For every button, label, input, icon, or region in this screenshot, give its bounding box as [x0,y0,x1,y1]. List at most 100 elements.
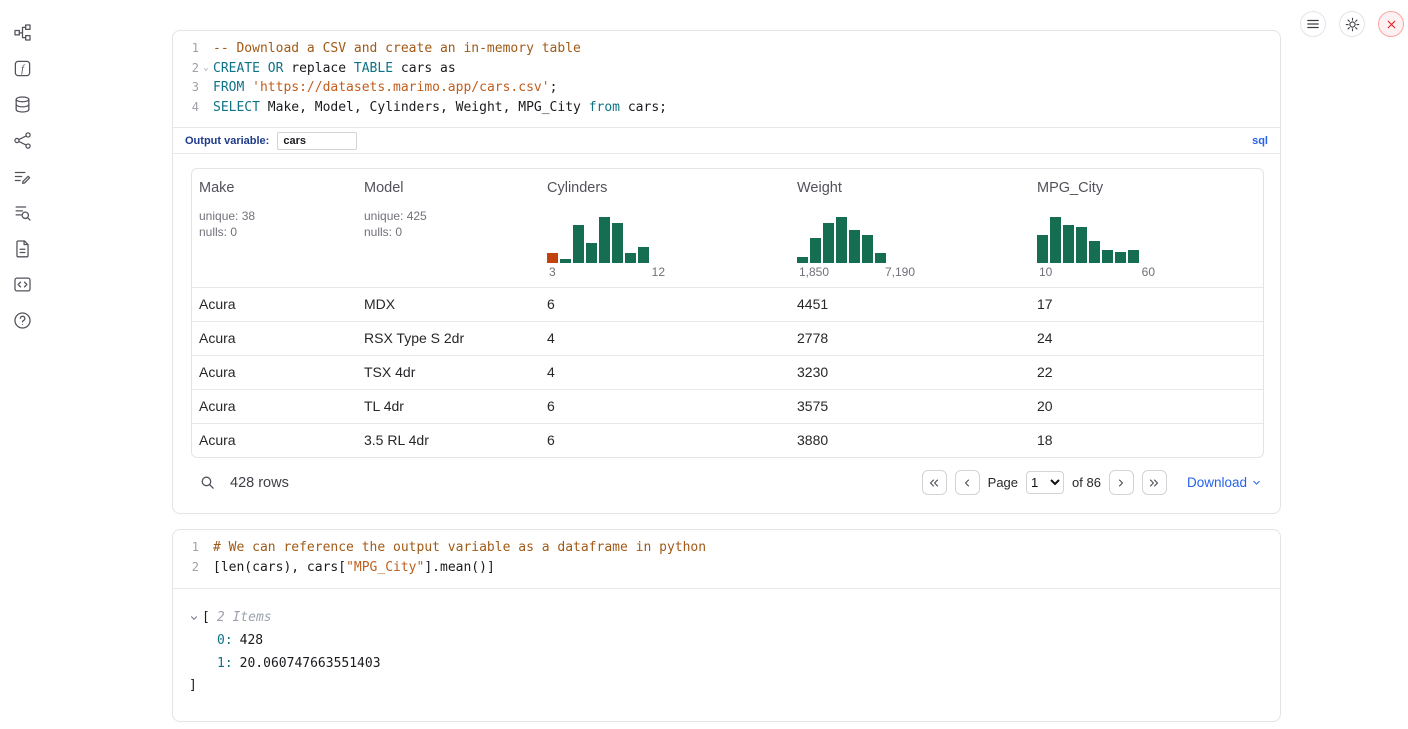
table-cell: Acura [192,390,357,423]
code-text: -- Download a CSV and create an in-memor… [213,39,581,59]
tree-entry-key: 0: [217,633,233,648]
shutdown-button[interactable] [1378,11,1404,37]
fold-indicator-icon[interactable] [199,558,213,578]
datasources-icon[interactable] [8,90,36,118]
code-line[interactable]: 3FROM 'https://datasets.marimo.app/cars.… [173,78,1280,98]
code-text: CREATE OR replace TABLE cars as [213,59,456,79]
table-cell: 4 [540,322,790,355]
menu-button[interactable] [1300,11,1326,37]
tree-collapse-icon[interactable] [189,613,202,623]
table-body: AcuraMDX6445117AcuraRSX Type S 2dr427782… [192,287,1263,457]
table-cell: 3.5 RL 4dr [357,424,540,457]
column-header[interactable]: Cylinders 312 [540,169,790,287]
language-badge[interactable]: sql [1252,135,1268,147]
column-header[interactable]: Weight 1,8507,190 [790,169,1030,287]
table-cell: Acura [192,424,357,457]
code-text: FROM 'https://datasets.marimo.app/cars.c… [213,78,557,98]
notebook: 1 -- Download a CSV and create an in-memo… [172,30,1281,722]
sql-cell: 1 -- Download a CSV and create an in-memo… [172,30,1281,514]
column-histogram[interactable]: 312 [547,215,667,279]
sql-code-editor[interactable]: 1-- Download a CSV and create an in-memo… [173,31,1280,127]
file-tree-icon[interactable] [8,18,36,46]
column-histogram[interactable]: 1060 [1037,215,1157,279]
histogram-bar [573,225,584,263]
fold-indicator-icon[interactable] [199,98,213,118]
code-line[interactable]: 1-- Download a CSV and create an in-memo… [173,39,1280,59]
dependency-graph-icon[interactable] [8,126,36,154]
settings-button[interactable] [1339,11,1365,37]
histogram-bar [612,223,623,263]
table-row[interactable]: AcuraTSX 4dr4323022 [192,355,1263,389]
page-total-label: of 86 [1072,475,1101,490]
snippets-icon[interactable] [8,270,36,298]
line-number: 1 [173,538,199,558]
fold-indicator-icon[interactable]: ⌄ [199,59,213,79]
histogram-bar [797,257,808,263]
table-cell: 20 [1030,390,1263,423]
table-row[interactable]: AcuraMDX6445117 [192,287,1263,321]
code-text: SELECT Make, Model, Cylinders, Weight, M… [213,98,667,118]
column-name: Cylinders [547,180,783,196]
table-cell: Acura [192,288,357,321]
table-row[interactable]: AcuraTL 4dr6357520 [192,389,1263,423]
table-cell: 6 [540,288,790,321]
python-code-editor[interactable]: 1 # We can reference the output variable … [173,530,1280,587]
table-cell: RSX Type S 2dr [357,322,540,355]
next-page-button[interactable] [1109,470,1134,495]
left-sidebar: f [0,0,44,334]
page-select[interactable]: 1 [1026,471,1064,494]
data-table: Makeunique: 38nulls: 0Modelunique: 425nu… [191,168,1264,458]
histogram-bar [638,247,649,263]
table-cell: 3575 [790,390,1030,423]
table-cell: 3230 [790,356,1030,389]
column-name: Weight [797,180,1023,196]
code-line[interactable]: 2[len(cars), cars["MPG_City"].mean()] [173,558,1280,578]
tree-root-row: [ 2 Items [189,607,1264,629]
table-cell: 18 [1030,424,1263,457]
tree-close-bracket: ] [189,675,1264,697]
tree-entry-value: 20.060747663551403 [240,656,381,671]
last-page-button[interactable] [1142,470,1167,495]
table-header: Makeunique: 38nulls: 0Modelunique: 425nu… [192,169,1263,287]
histogram-bar [1128,250,1139,263]
table-row[interactable]: Acura3.5 RL 4dr6388018 [192,423,1263,457]
table-cell: 4451 [790,288,1030,321]
table-cell: 24 [1030,322,1263,355]
output-variable-input[interactable] [277,132,357,150]
histogram-bar [1102,250,1113,263]
logs-search-icon[interactable] [8,198,36,226]
fold-indicator-icon[interactable] [199,78,213,98]
functions-icon[interactable]: f [8,54,36,82]
column-header[interactable]: MPG_City1060 [1030,169,1263,287]
histogram-bar [560,259,571,263]
search-icon[interactable] [199,474,216,491]
scratchpad-icon[interactable] [8,162,36,190]
table-footer: 428 rows Page 1 of 86 [191,458,1264,513]
code-line[interactable]: 1 # We can reference the output variable … [173,538,1280,558]
table-cell: Acura [192,322,357,355]
column-histogram[interactable]: 1,8507,190 [797,215,917,279]
code-line[interactable]: 2⌄CREATE OR replace TABLE cars as [173,59,1280,79]
histogram-bar [862,235,873,263]
code-text: # We can reference the output variable a… [213,538,706,558]
fold-indicator-icon[interactable] [199,538,213,558]
download-button[interactable]: Download [1187,475,1262,490]
histogram-bar [1063,225,1074,263]
histogram-bar [1089,241,1100,263]
fold-indicator-icon[interactable] [199,39,213,59]
help-icon[interactable] [8,306,36,334]
prev-page-button[interactable] [955,470,980,495]
output-variable-row: Output variable: sql [173,127,1280,154]
svg-text:f: f [21,64,26,75]
histogram-bar [836,217,847,263]
tree-entry: 1:20.060747663551403 [189,652,1264,675]
first-page-button[interactable] [922,470,947,495]
column-header[interactable]: Makeunique: 38nulls: 0 [192,169,357,287]
table-cell: TL 4dr [357,390,540,423]
code-line[interactable]: 4SELECT Make, Model, Cylinders, Weight, … [173,98,1280,118]
table-cell: TSX 4dr [357,356,540,389]
column-header[interactable]: Modelunique: 425nulls: 0 [357,169,540,287]
documentation-icon[interactable] [8,234,36,262]
python-cell: 1 # We can reference the output variable … [172,529,1281,721]
table-row[interactable]: AcuraRSX Type S 2dr4277824 [192,321,1263,355]
